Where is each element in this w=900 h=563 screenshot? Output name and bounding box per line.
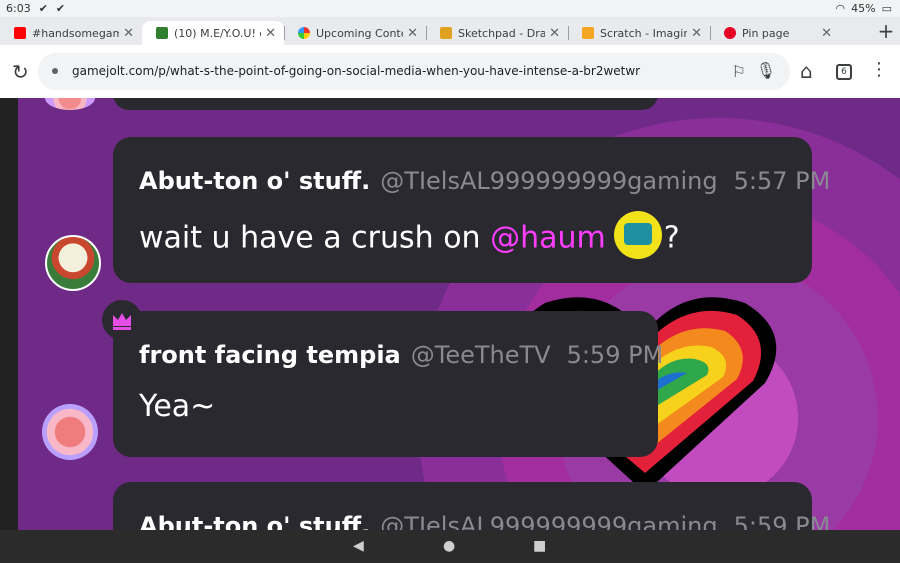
author-name[interactable]: Abut-ton o' stuff. bbox=[139, 512, 370, 530]
message-text: Yea~ bbox=[139, 389, 216, 424]
scratch-icon bbox=[582, 27, 594, 39]
message-header: Abut-ton o' stuff. @TIelsAL999999999gamin… bbox=[139, 167, 830, 195]
timestamp: 5:59 PM bbox=[566, 341, 664, 369]
tab-6[interactable]: Pin page ✕ bbox=[710, 21, 840, 45]
crown-badge bbox=[102, 300, 142, 340]
author-handle[interactable]: @TeeTheTV bbox=[411, 341, 551, 369]
close-icon[interactable]: ✕ bbox=[123, 26, 134, 41]
site-icon bbox=[298, 27, 310, 39]
close-icon[interactable]: ✕ bbox=[265, 26, 276, 41]
site-info-icon[interactable] bbox=[48, 64, 62, 78]
tab-2[interactable]: (10) M.E/Y.O.U! on Ga ✕ bbox=[142, 21, 284, 45]
sketchpad-icon bbox=[440, 27, 452, 39]
omnibox[interactable]: gamejolt.com/p/what-s-the-point-of-going… bbox=[38, 53, 790, 90]
check-icon: ✔ bbox=[38, 2, 48, 15]
mic-icon[interactable]: 🎙 bbox=[756, 61, 776, 80]
new-tab-button[interactable]: + bbox=[872, 19, 900, 43]
user-mention[interactable]: @haum bbox=[490, 221, 606, 256]
back-icon[interactable]: ◀ bbox=[353, 538, 364, 554]
author-name[interactable]: front facing tempia bbox=[139, 341, 401, 369]
tab-5[interactable]: Scratch - Imagine, Pro ✕ bbox=[568, 21, 710, 45]
avatar[interactable] bbox=[42, 404, 98, 460]
menu-icon[interactable]: ⋮ bbox=[870, 59, 888, 80]
message-bubble: Abut-ton o' stuff. @TIelsAL999999999gamin… bbox=[113, 482, 830, 530]
close-icon[interactable]: ✕ bbox=[691, 26, 702, 41]
system-nav-bar: ◀ ● ■ bbox=[0, 530, 900, 563]
url-text[interactable]: gamejolt.com/p/what-s-the-point-of-going… bbox=[72, 64, 640, 78]
tab-title: Pin page bbox=[742, 26, 790, 40]
timestamp: 5:57 PM bbox=[733, 167, 831, 195]
author-handle[interactable]: @TIelsAL999999999gaming bbox=[380, 167, 717, 195]
message-header: Abut-ton o' stuff. @TIelsAL999999999gamin… bbox=[139, 512, 830, 530]
chat-area[interactable]: Abut-ton o' stuff. @TIelsAL999999999gamin… bbox=[0, 98, 900, 530]
pinterest-icon bbox=[724, 27, 736, 39]
close-icon[interactable]: ✕ bbox=[821, 26, 832, 41]
message-text: wait u have a crush on @haum? bbox=[139, 211, 680, 263]
tab-title: Sketchpad - Draw, Cre bbox=[458, 26, 546, 40]
mention-avatar[interactable] bbox=[613, 211, 662, 259]
home-nav-icon[interactable]: ● bbox=[443, 538, 455, 554]
gamejolt-icon bbox=[156, 27, 168, 39]
message-text-part: ? bbox=[663, 220, 680, 256]
check-icon: ✔ bbox=[55, 2, 66, 15]
tab-1[interactable]: #handsomegamer - Yo ✕ bbox=[0, 21, 142, 45]
tab-count-button[interactable]: 6 bbox=[836, 64, 852, 80]
tab-strip: #handsomegamer - Yo ✕ (10) M.E/Y.O.U! on… bbox=[0, 17, 900, 45]
battery-level: 45% bbox=[851, 2, 876, 15]
message-text-part: wait u have a crush on bbox=[139, 220, 491, 256]
message-bubble: front facing tempia @TeeTheTV 5:59 PM Yea~ bbox=[113, 311, 663, 457]
crown-icon bbox=[113, 313, 131, 330]
battery-icon: ▭ bbox=[881, 2, 892, 15]
left-sidebar-edge bbox=[0, 98, 18, 530]
home-icon[interactable]: ⌂ bbox=[800, 59, 813, 83]
status-bar: 6:03 ✔ ✔ ◠ 45% ▭ bbox=[0, 0, 900, 17]
tab-4[interactable]: Sketchpad - Draw, Cre ✕ bbox=[426, 21, 568, 45]
youtube-icon bbox=[14, 27, 26, 39]
toolbar: ↻ gamejolt.com/p/what-s-the-point-of-goi… bbox=[0, 45, 900, 98]
message-bubble-partial bbox=[113, 98, 658, 110]
close-icon[interactable]: ✕ bbox=[549, 26, 560, 41]
author-handle[interactable]: @TIelsAL999999999gaming bbox=[380, 512, 717, 530]
tab-title: #handsomegamer - Yo bbox=[32, 26, 120, 40]
close-icon[interactable]: ✕ bbox=[407, 26, 418, 41]
tab-title: Scratch - Imagine, Pro bbox=[600, 26, 688, 40]
message-header: front facing tempia @TeeTheTV 5:59 PM bbox=[139, 341, 663, 369]
bookmark-icon[interactable]: ⚐ bbox=[732, 62, 746, 81]
recents-icon[interactable]: ■ bbox=[533, 538, 546, 554]
avatar[interactable] bbox=[45, 235, 101, 291]
clock: 6:03 bbox=[6, 2, 31, 15]
wifi-icon: ◠ bbox=[835, 2, 846, 15]
reload-icon[interactable]: ↻ bbox=[12, 60, 29, 84]
tab-title: (10) M.E/Y.O.U! on Ga bbox=[174, 26, 261, 40]
message-bubble: Abut-ton o' stuff. @TIelsAL999999999gamin… bbox=[113, 137, 830, 283]
timestamp: 5:59 PM bbox=[733, 512, 831, 530]
author-name[interactable]: Abut-ton o' stuff. bbox=[139, 167, 370, 195]
tab-3[interactable]: Upcoming Content | D ✕ bbox=[284, 21, 426, 45]
tab-title: Upcoming Content | D bbox=[316, 26, 403, 40]
